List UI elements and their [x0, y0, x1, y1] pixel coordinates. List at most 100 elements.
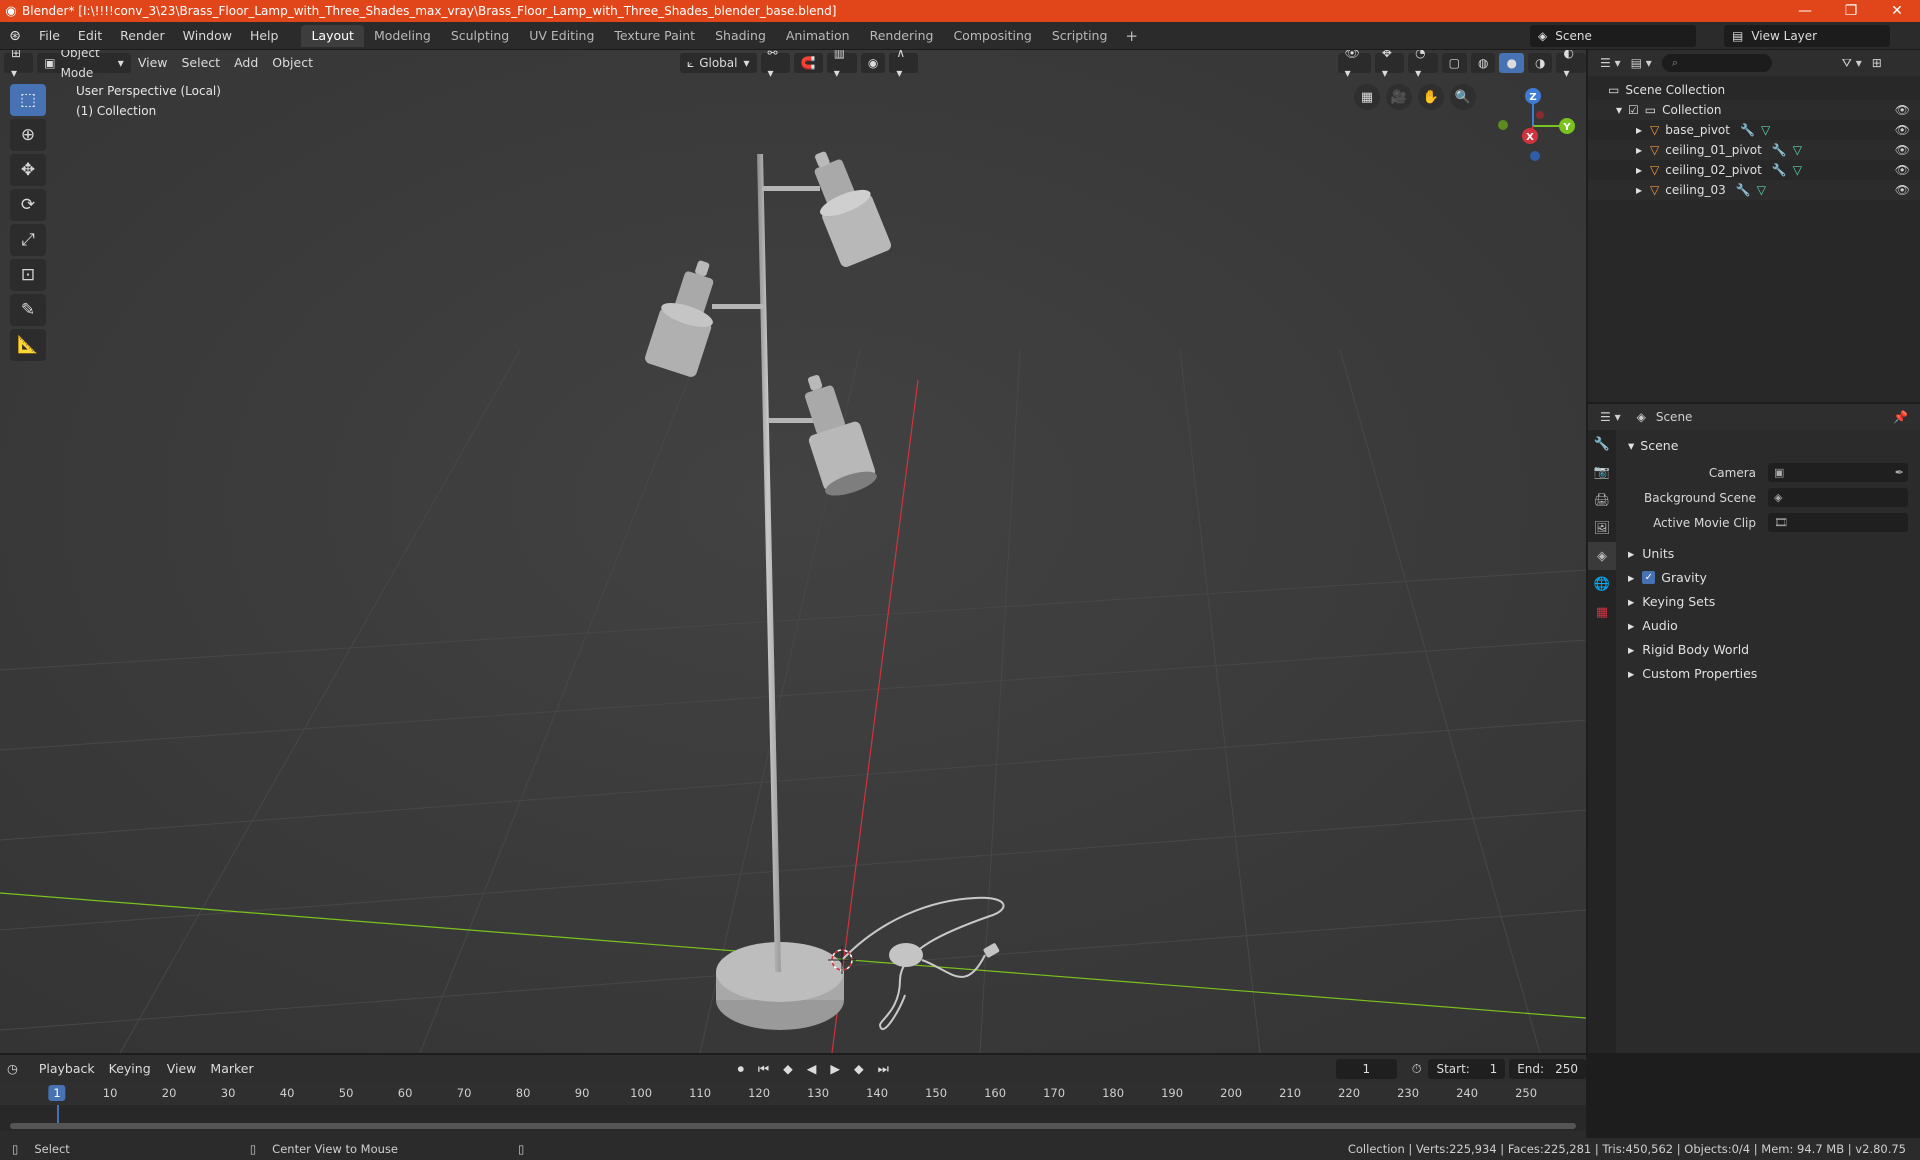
shading-rendered-button[interactable]: ◐ ▾ [1556, 50, 1586, 80]
tab-uv-editing[interactable]: UV Editing [519, 25, 604, 47]
play-button[interactable]: ▶ [823, 1059, 847, 1079]
visibility-eye-icon[interactable]: 👁 [1895, 183, 1910, 197]
pivot-point-dropdown[interactable]: ⚯ ▾ [760, 50, 790, 80]
toggle-ortho-icon[interactable]: ▦ [1354, 84, 1380, 110]
add-workspace-button[interactable]: + [1117, 27, 1146, 45]
select-box-tool-icon[interactable]: ⬚ [10, 84, 46, 116]
new-collection-icon[interactable]: ⊞ [1872, 56, 1882, 70]
tool-settings-tab-icon[interactable]: 🔧 [1588, 430, 1616, 458]
viewport-menu-object[interactable]: Object [265, 53, 320, 73]
units-panel-header[interactable]: ▸ Units [1618, 541, 1920, 565]
timeline-ruler[interactable]: 1 10 20 30 40 50 60 70 80 90 100 110 120 130 140 150 160… [0, 1083, 1586, 1105]
minimize-button[interactable]: — [1782, 3, 1828, 19]
editor-type-button[interactable]: ⊞ ▾ [4, 50, 34, 80]
menu-edit[interactable]: Edit [69, 22, 111, 50]
eyedropper-icon[interactable]: ✒ [1895, 466, 1904, 479]
gravity-panel-header[interactable]: ▸ ✓ Gravity [1618, 565, 1920, 589]
display-mode-button[interactable]: ▤ ▾ [1631, 56, 1652, 70]
expand-arrow-icon[interactable]: ▾ [1616, 103, 1622, 117]
active-movie-clip-field[interactable]: 🎞 [1768, 513, 1908, 532]
visibility-eye-icon[interactable]: 👁 [1895, 103, 1910, 117]
viewport-menu-view[interactable]: View [131, 53, 175, 73]
outliner-object-row[interactable]: ▸ ▽ ceiling_03 🔧 ▽ 👁 [1588, 180, 1920, 200]
expand-arrow-icon[interactable]: ▸ [1636, 163, 1642, 177]
menu-file[interactable]: File [30, 22, 69, 50]
timeline-menu-playback[interactable]: Playback ▾ [32, 1059, 102, 1096]
tab-compositing[interactable]: Compositing [943, 25, 1041, 47]
audio-panel-header[interactable]: ▸ Audio [1618, 613, 1920, 637]
move-tool-icon[interactable]: ✥ [10, 154, 46, 186]
scene-panel-header[interactable]: ▾ Scene [1618, 434, 1920, 456]
background-scene-field[interactable]: ◈ [1768, 488, 1908, 507]
tab-rendering[interactable]: Rendering [860, 25, 944, 47]
overlay-toggle[interactable]: ◔ ▾ [1408, 50, 1438, 80]
pin-icon[interactable]: 📌 [1893, 410, 1908, 424]
jump-start-button[interactable]: ⏮ [751, 1059, 776, 1079]
tab-modeling[interactable]: Modeling [364, 25, 441, 47]
viewport-menu-add[interactable]: Add [227, 53, 265, 73]
tab-texture-paint[interactable]: Texture Paint [604, 25, 705, 47]
world-tab-icon[interactable]: 🌐 [1588, 570, 1616, 598]
rigid-body-world-panel-header[interactable]: ▸ Rigid Body World [1618, 637, 1920, 661]
render-tab-icon[interactable]: 📷 [1588, 458, 1616, 486]
visibility-eye-icon[interactable]: 👁 [1895, 123, 1910, 137]
shading-wireframe-button[interactable]: ◍ [1470, 53, 1496, 73]
camera-view-icon[interactable]: 🎥 [1386, 84, 1412, 110]
blender-menu-icon[interactable]: ⊛ [0, 28, 30, 44]
timeline-menu-view[interactable]: View [160, 1059, 204, 1079]
expand-arrow-icon[interactable]: ▸ [1636, 183, 1642, 197]
visibility-eye-icon[interactable]: 👁 [1895, 143, 1910, 157]
rotate-tool-icon[interactable]: ⟳ [10, 189, 46, 221]
jump-keyframe-forward-button[interactable]: ◆ [847, 1059, 871, 1079]
tab-sculpting[interactable]: Sculpting [441, 25, 519, 47]
annotate-tool-icon[interactable]: ✎ [10, 294, 46, 326]
keying-sets-panel-header[interactable]: ▸ Keying Sets [1618, 589, 1920, 613]
menu-render[interactable]: Render [111, 22, 174, 50]
shading-solid-button[interactable]: ● [1499, 53, 1524, 73]
output-tab-icon[interactable]: 🖨 [1588, 486, 1616, 514]
object-mode-dropdown[interactable]: ▣ Object Mode ▾ [37, 50, 131, 80]
zoom-icon[interactable]: 🔍 [1450, 84, 1476, 110]
timeline-scrollbar[interactable] [10, 1123, 1576, 1129]
camera-field[interactable]: ▣ ✒ [1768, 463, 1908, 482]
outliner-object-row[interactable]: ▸ ▽ base_pivot 🔧 ▽ 👁 [1588, 120, 1920, 140]
proportional-edit-toggle[interactable]: ◉ [860, 53, 886, 73]
record-button[interactable]: ⏺ [731, 1059, 751, 1079]
expand-arrow-icon[interactable]: ▸ [1636, 143, 1642, 157]
end-frame-field[interactable]: End: 250 [1509, 1059, 1586, 1079]
view-layer-tab-icon[interactable]: 🖼 [1588, 514, 1616, 542]
current-frame-field[interactable]: 1 [1335, 1059, 1397, 1079]
checkbox-icon[interactable]: ☑ [1628, 103, 1639, 117]
tab-layout[interactable]: Layout [301, 24, 364, 47]
jump-end-button[interactable]: ⏭ [871, 1059, 896, 1079]
transform-tool-icon[interactable]: ⊡ [10, 259, 46, 291]
outliner-search-input[interactable]: ⌕ [1661, 54, 1772, 72]
transform-orientation-dropdown[interactable]: ⟀ Global ▾ [679, 53, 757, 73]
timeline-menu-marker[interactable]: Marker [203, 1059, 260, 1079]
timeline-track[interactable] [0, 1105, 1586, 1131]
cursor-tool-icon[interactable]: ⊕ [10, 119, 46, 151]
visibility-eye-icon[interactable]: 👁 [1895, 163, 1910, 177]
viewport-menu-select[interactable]: Select [175, 53, 228, 73]
shading-material-button[interactable]: ◑ [1527, 53, 1553, 73]
tab-scripting[interactable]: Scripting [1042, 25, 1118, 47]
stopwatch-icon[interactable]: ⏱ [1405, 1059, 1429, 1079]
outliner-editor-type-button[interactable]: ☰ ▾ [1600, 56, 1621, 70]
expand-arrow-icon[interactable]: ▸ [1636, 123, 1642, 137]
outliner-scene-collection[interactable]: ▭ Scene Collection [1588, 80, 1920, 100]
filter-icon[interactable]: ⛛ ▾ [1842, 56, 1862, 71]
tab-shading[interactable]: Shading [705, 25, 776, 47]
timeline-editor-type-button[interactable]: ◷ ▾ [0, 1059, 32, 1096]
measure-tool-icon[interactable]: 📐 [10, 329, 46, 361]
close-button[interactable]: ✕ [1874, 3, 1920, 19]
tab-animation[interactable]: Animation [776, 25, 860, 47]
play-reverse-button[interactable]: ◀ [800, 1059, 824, 1079]
xray-toggle[interactable]: ▢ [1441, 53, 1467, 73]
texture-tab-icon[interactable]: ▦ [1588, 598, 1616, 626]
visibility-dropdown[interactable]: 👁 ▾ [1337, 50, 1371, 80]
menu-help[interactable]: Help [241, 22, 288, 50]
maximize-button[interactable]: ❐ [1828, 3, 1874, 19]
pan-hand-icon[interactable]: ✋ [1418, 84, 1444, 110]
proportional-falloff-dropdown[interactable]: ∧ ▾ [889, 50, 918, 80]
jump-keyframe-back-button[interactable]: ◆ [776, 1059, 800, 1079]
